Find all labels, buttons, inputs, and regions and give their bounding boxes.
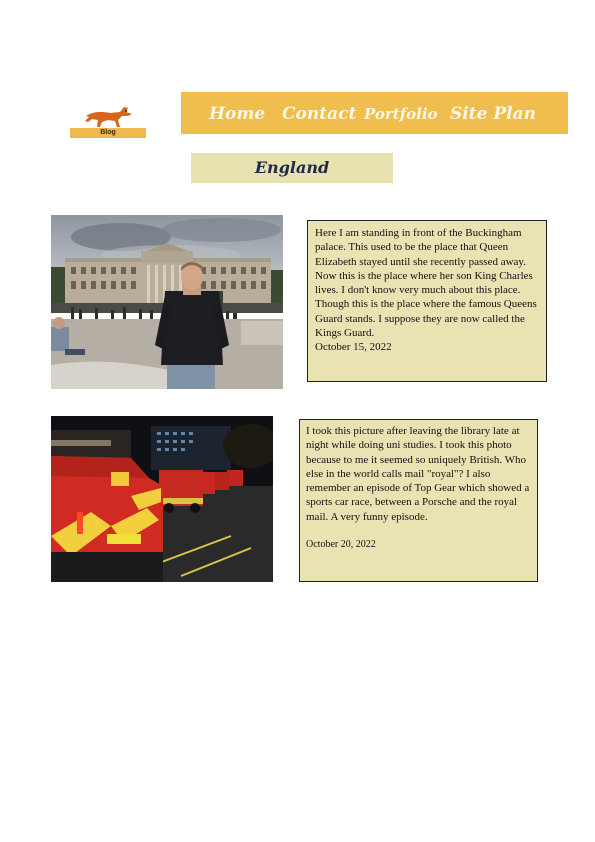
post-card: Here I am standing in front of the Bucki… xyxy=(307,220,547,382)
royal-mail-vans-photo xyxy=(51,416,273,582)
post-text: I took this picture after leaving the li… xyxy=(306,425,530,523)
post-date: October 15, 2022 xyxy=(315,341,392,354)
nav-portfolio-link[interactable]: Portfolio xyxy=(364,105,438,123)
buckingham-palace-photo xyxy=(51,215,283,389)
nav-contact-link[interactable]: Contact xyxy=(282,104,356,124)
main-nav: Home Contact Portfolio Site Plan xyxy=(181,92,568,134)
page-title-bar: England xyxy=(191,153,393,183)
post-card: I took this picture after leaving the li… xyxy=(299,419,538,582)
post-date: October 20, 2022 xyxy=(306,539,376,551)
post-text: Here I am standing in front of the Bucki… xyxy=(315,227,537,340)
nav-home-link[interactable]: Home xyxy=(209,104,265,124)
dog-logo-icon xyxy=(85,107,132,127)
page-title: England xyxy=(254,158,330,177)
site-logo[interactable]: Blog xyxy=(70,104,148,138)
nav-site-plan-link[interactable]: Site Plan xyxy=(450,104,536,124)
logo-label: Blog xyxy=(70,128,146,138)
